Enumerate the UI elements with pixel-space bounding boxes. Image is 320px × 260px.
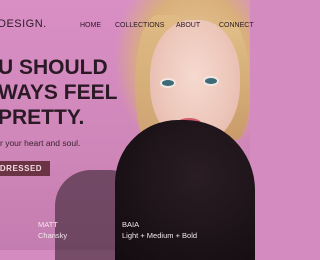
hero-headline: U SHOULD WAYS FEEL PRETTY. [0, 55, 117, 130]
font-credit-1-detail: Chansky [38, 231, 68, 240]
headline-line-2: WAYS FEEL [0, 81, 118, 104]
headline-line-3: PRETTY. [0, 106, 85, 129]
brand-logo[interactable]: DESIGN. [0, 18, 47, 30]
font-credit-1: MATT Chansky [38, 219, 67, 241]
get-dressed-button[interactable]: DRESSED [0, 161, 50, 176]
font-credit-2-detail: Light + Medium + Bold [122, 231, 198, 240]
model-eye-left [162, 80, 174, 86]
hero-subtitle: r your heart and soul. [0, 138, 81, 148]
nav-connect[interactable]: CONNECT [219, 22, 254, 29]
font-credit-2-name: BAIA [122, 220, 140, 229]
nav-home[interactable]: HOME [80, 22, 101, 29]
model-eye-right [205, 78, 217, 84]
headline-line-1: U SHOULD [0, 56, 108, 79]
nav-about[interactable]: ABOUT [176, 22, 200, 29]
nav-collections[interactable]: COLLECTIONS [115, 22, 164, 29]
font-credit-1-name: MATT [38, 220, 58, 229]
font-credit-2: BAIA Light + Medium + Bold [122, 219, 197, 241]
